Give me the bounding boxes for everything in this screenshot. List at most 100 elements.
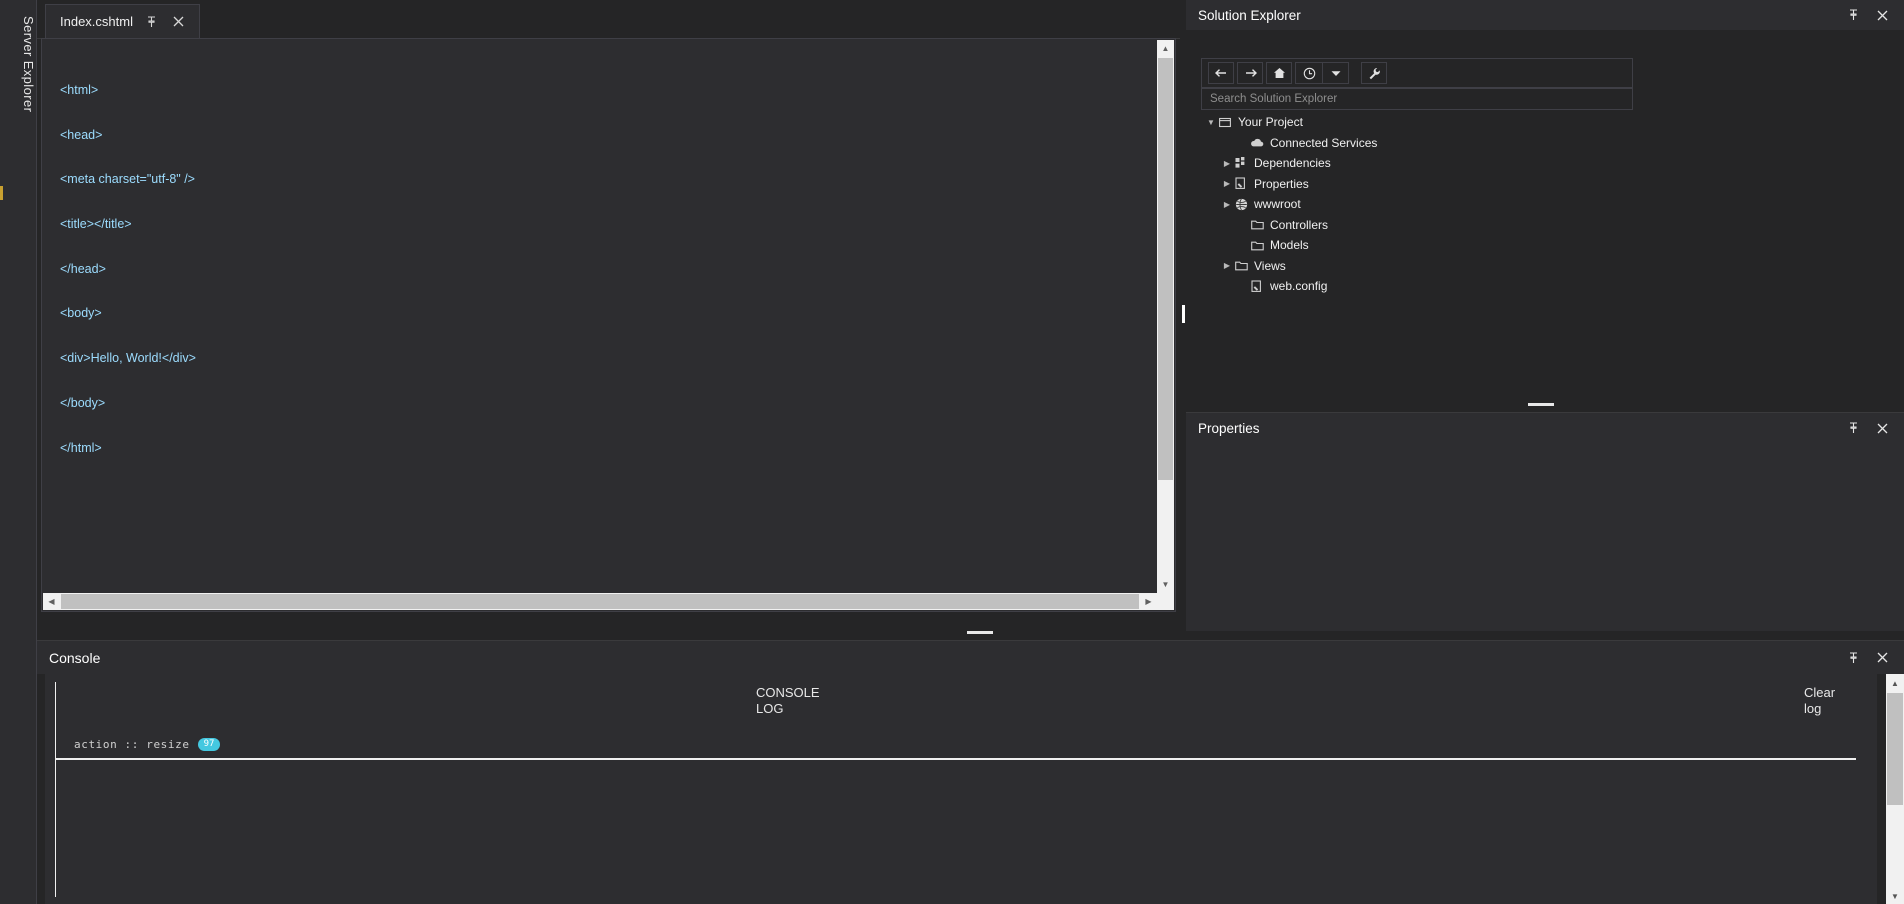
pin-icon[interactable] xyxy=(1848,651,1859,664)
back-button[interactable] xyxy=(1208,62,1234,84)
scroll-up-icon[interactable]: ▲ xyxy=(1886,674,1904,692)
code-line: </body> xyxy=(60,395,106,410)
close-icon[interactable] xyxy=(1877,652,1888,663)
solution-explorer-toolbar xyxy=(1201,58,1633,88)
folder-icon xyxy=(1249,240,1265,251)
pin-icon[interactable] xyxy=(143,14,160,30)
close-icon[interactable] xyxy=(1877,10,1888,21)
solution-tree: ▼ Your Project Connected Services ▶ Depe… xyxy=(1186,112,1904,297)
properties-panel: Properties xyxy=(1186,412,1904,631)
scroll-up-icon[interactable]: ▲ xyxy=(1157,40,1174,57)
tree-item-web-config[interactable]: web.config xyxy=(1186,276,1904,297)
tree-item-dependencies[interactable]: ▶ Dependencies xyxy=(1186,153,1904,174)
editor-vertical-scrollbar[interactable]: ▲ ▼ xyxy=(1157,40,1174,593)
editor-horizontal-scrollbar[interactable]: ◀ ▶ xyxy=(43,593,1157,610)
tree-item-models[interactable]: Models xyxy=(1186,235,1904,256)
twisty-collapsed-icon[interactable]: ▶ xyxy=(1221,200,1233,209)
twisty-collapsed-icon[interactable]: ▶ xyxy=(1221,159,1233,168)
code-line: </head> xyxy=(60,261,106,276)
solution-explorer-header: Solution Explorer xyxy=(1186,0,1904,30)
twisty-collapsed-icon[interactable]: ▶ xyxy=(1221,179,1233,188)
tree-item-controllers[interactable]: Controllers xyxy=(1186,215,1904,236)
tree-item-properties[interactable]: ▶ Properties xyxy=(1186,174,1904,195)
ide-window: Server Explorer Index.cshtml <html> <hea… xyxy=(0,0,1904,904)
clock-icon[interactable] xyxy=(1296,63,1322,83)
console-scroll-thumb[interactable] xyxy=(1887,693,1903,805)
code-line: <meta charset="utf-8" /> xyxy=(60,172,195,187)
console-header: Console xyxy=(37,641,1904,674)
dependencies-icon xyxy=(1233,157,1249,169)
dock-splitter-grip[interactable] xyxy=(1528,403,1554,406)
pending-changes-group xyxy=(1295,62,1349,84)
horizontal-scroll-thumb[interactable] xyxy=(61,594,1139,609)
home-button[interactable] xyxy=(1266,62,1292,84)
code-line: <html> xyxy=(60,82,99,97)
server-explorer-tab[interactable]: Server Explorer xyxy=(0,16,36,112)
panel-title: Solution Explorer xyxy=(1198,7,1301,23)
chevron-down-icon[interactable] xyxy=(1322,63,1348,83)
left-tool-strip: Server Explorer xyxy=(0,0,37,904)
editor-tab-strip: Index.cshtml xyxy=(37,0,1180,39)
console-log-text: action :: resize xyxy=(74,737,190,751)
folder-icon xyxy=(1249,219,1265,230)
code-editor-surface[interactable]: <html> <head> <meta charset="utf-8" /> <… xyxy=(41,38,1176,612)
vertical-splitter-grip[interactable] xyxy=(1182,305,1185,323)
right-dock: Solution Explorer Search Solution Explor… xyxy=(1186,0,1904,631)
console-log-heading: CONSOLE LOG xyxy=(756,685,820,716)
folder-icon xyxy=(1233,260,1249,271)
editor-tab-index-cshtml[interactable]: Index.cshtml xyxy=(45,4,200,38)
properties-header: Properties xyxy=(1186,413,1904,443)
clear-log-button[interactable]: Clear log xyxy=(1804,685,1838,717)
console-log-toolbar: CONSOLE LOG Clear log xyxy=(56,682,1856,730)
tree-item-label: web.config xyxy=(1270,279,1328,294)
tree-item-label: Controllers xyxy=(1270,217,1329,232)
forward-button[interactable] xyxy=(1237,62,1263,84)
code-line: <title></title> xyxy=(60,216,132,231)
panel-title: Properties xyxy=(1198,420,1260,436)
tree-item-label: Dependencies xyxy=(1254,156,1331,171)
properties-button[interactable] xyxy=(1361,62,1387,84)
twisty-collapsed-icon[interactable]: ▶ xyxy=(1221,261,1233,270)
console-log-count-badge: 97 xyxy=(197,737,221,751)
config-file-icon xyxy=(1249,280,1265,293)
console-panel: Console CONSOLE LOG Clear log action:: … xyxy=(37,640,1904,904)
tree-item-your-project[interactable]: ▼ Your Project xyxy=(1186,112,1904,133)
scrollbar-corner xyxy=(1157,593,1174,610)
tree-item-views[interactable]: ▶ Views xyxy=(1186,256,1904,277)
vertical-scroll-thumb[interactable] xyxy=(1158,58,1173,480)
scroll-right-icon[interactable]: ▶ xyxy=(1140,593,1157,610)
search-input[interactable]: Search Solution Explorer xyxy=(1201,88,1633,110)
horizontal-splitter-grip[interactable] xyxy=(967,631,993,634)
properties-grid[interactable] xyxy=(1186,443,1904,631)
twisty-expanded-icon[interactable]: ▼ xyxy=(1205,118,1217,127)
scroll-left-icon[interactable]: ◀ xyxy=(43,593,60,610)
tree-item-connected-services[interactable]: Connected Services xyxy=(1186,133,1904,154)
console-vertical-scrollbar[interactable]: ▲ ▼ xyxy=(1886,674,1904,904)
tree-item-wwwroot[interactable]: ▶ wwwroot xyxy=(1186,194,1904,215)
scroll-down-icon[interactable]: ▼ xyxy=(1157,576,1174,593)
tree-item-label: Properties xyxy=(1254,176,1309,191)
panel-title: Console xyxy=(49,649,101,666)
console-log-entry[interactable]: action :: resize 97 xyxy=(56,730,1856,760)
code-line: </html> xyxy=(60,440,102,455)
scroll-down-icon[interactable]: ▼ xyxy=(1886,887,1904,904)
properties-file-icon xyxy=(1233,177,1249,190)
code-content[interactable]: <html> <head> <meta charset="utf-8" /> <… xyxy=(60,53,1155,485)
console-log-container: CONSOLE LOG Clear log action :: resize 9… xyxy=(55,682,1856,897)
tree-item-label: Views xyxy=(1254,258,1286,273)
left-strip-accent-marker xyxy=(0,186,3,200)
code-line: <div>Hello, World!</div> xyxy=(60,351,196,366)
pin-icon[interactable] xyxy=(1848,9,1859,21)
dock-splitter[interactable] xyxy=(1186,398,1904,412)
tree-item-label: Models xyxy=(1270,238,1309,253)
cloud-icon xyxy=(1249,138,1265,148)
pin-icon[interactable] xyxy=(1848,422,1859,434)
editor-region: Index.cshtml <html> <head> <meta charset… xyxy=(37,0,1180,630)
close-icon[interactable] xyxy=(170,14,187,29)
solution-explorer-panel: Solution Explorer Search Solution Explor… xyxy=(1186,0,1904,398)
code-line: <head> xyxy=(60,127,103,142)
console-body[interactable]: CONSOLE LOG Clear log action :: resize 9… xyxy=(45,674,1877,904)
code-line: <body> xyxy=(60,306,102,321)
close-icon[interactable] xyxy=(1877,423,1888,434)
editor-tab-label: Index.cshtml xyxy=(60,14,133,29)
